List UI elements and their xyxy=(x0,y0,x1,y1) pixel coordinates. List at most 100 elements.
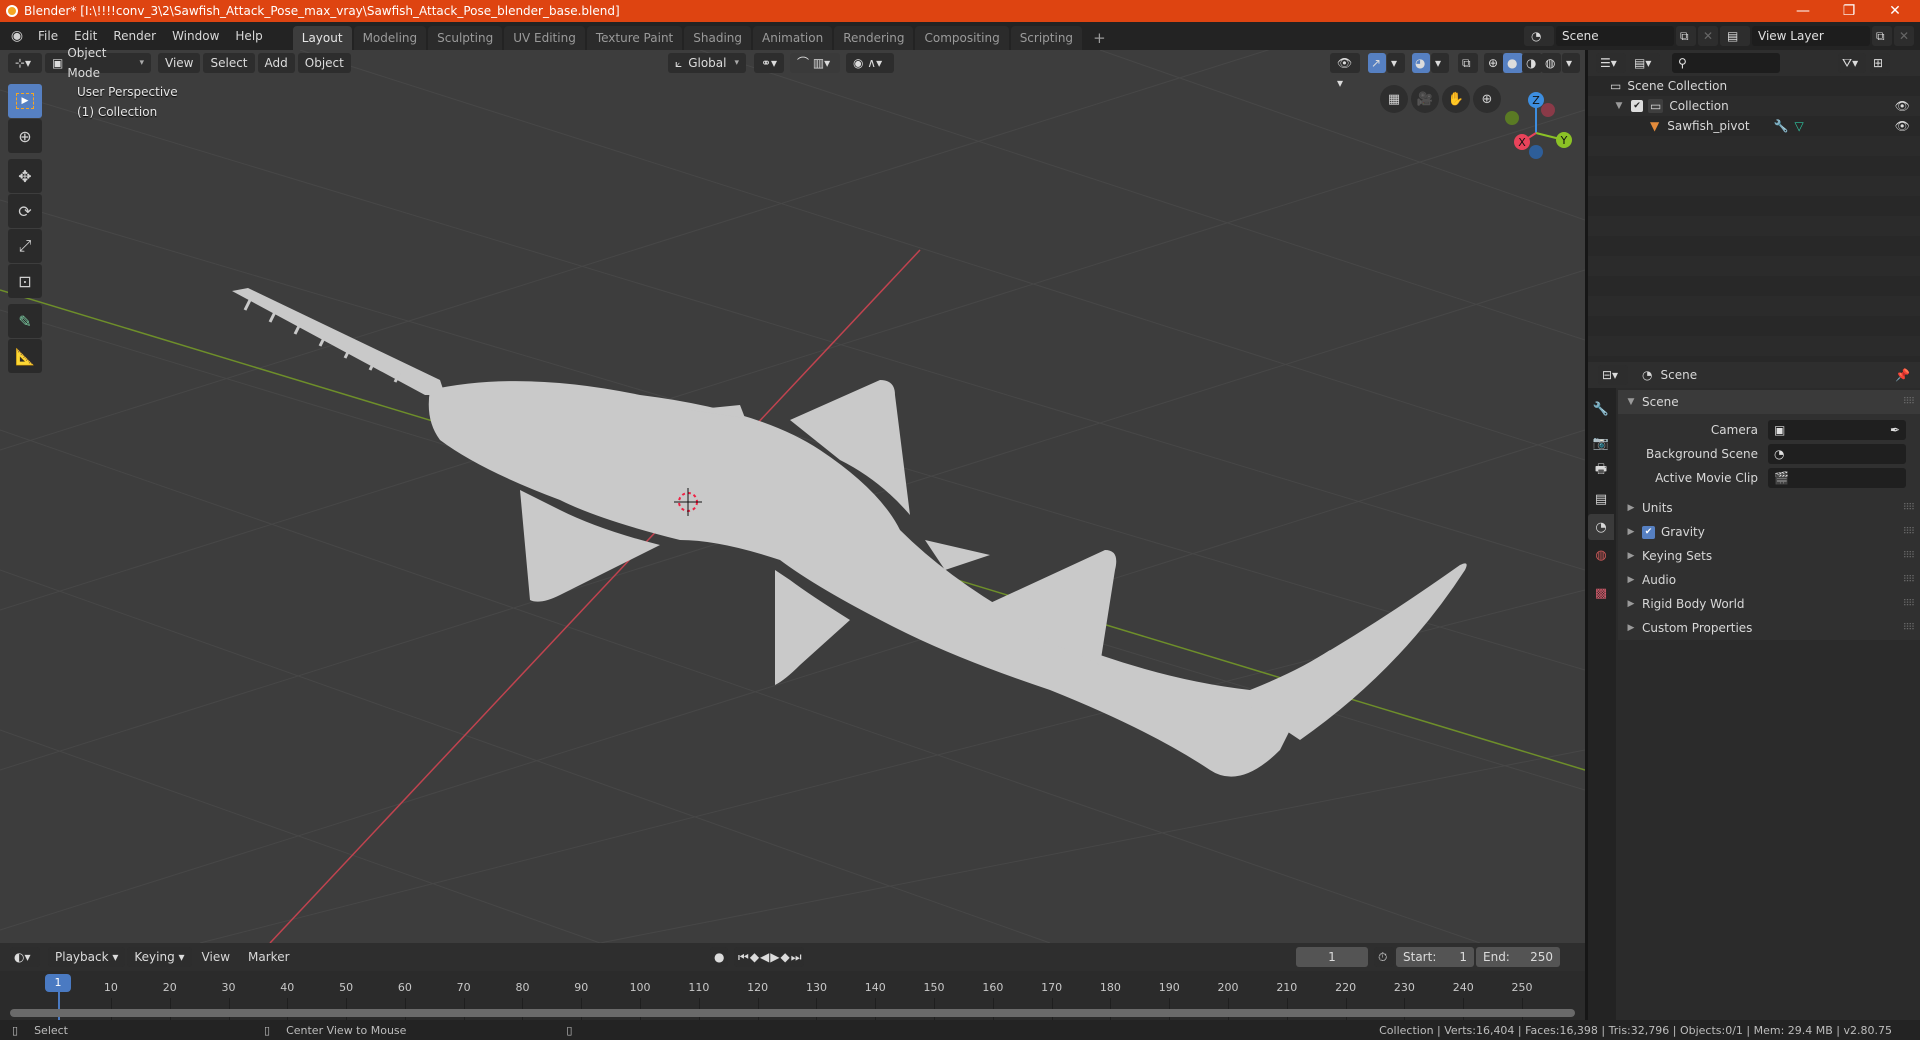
subpanel-custom-properties[interactable]: ▶ Custom Properties ⠿⠿ xyxy=(1618,616,1920,640)
snap-toggle[interactable]: ⌒ ▥▾ xyxy=(790,53,840,73)
view-layer-field[interactable]: View Layer xyxy=(1752,26,1870,46)
play-reverse-button[interactable]: ◀ xyxy=(760,950,770,964)
subpanel-keying-sets[interactable]: ▶ Keying Sets ⠿⠿ xyxy=(1618,544,1920,568)
mode-selector[interactable]: ▣ Object Mode ▾ xyxy=(45,46,151,80)
playback-menu[interactable]: Playback ▾ xyxy=(48,947,126,967)
preview-range-button[interactable]: ⏱ xyxy=(1374,947,1394,967)
tab-scene[interactable]: ◔ xyxy=(1588,514,1614,540)
jump-end-button[interactable]: ⏭ xyxy=(791,950,803,964)
timeline-editor-type-button[interactable]: ◐▾ xyxy=(10,947,40,967)
wireframe-shading-button[interactable]: ⊕ xyxy=(1484,53,1504,73)
navigation-gizmo[interactable]: Z Y X xyxy=(1500,88,1580,168)
select-box-tool[interactable]: ▶ xyxy=(8,84,42,118)
subpanel-gravity[interactable]: ▶ ✔ Gravity ⠿⠿ xyxy=(1618,520,1920,544)
new-view-layer-button[interactable]: ⧉ xyxy=(1872,26,1892,46)
outliner-search-input[interactable]: ⚲ xyxy=(1672,53,1780,73)
toggle-perspective-button[interactable]: ▦ xyxy=(1380,85,1408,113)
neg-z-axis-handle[interactable] xyxy=(1529,145,1543,159)
outliner-editor-type-button[interactable]: ☰▾ xyxy=(1596,53,1626,73)
add-workspace-button[interactable]: + xyxy=(1084,26,1115,50)
outliner-row-collection[interactable]: ▼ ✔ ▭ Collection 👁 xyxy=(1588,96,1920,116)
overlay-toggle[interactable]: ◕ xyxy=(1412,53,1430,73)
drag-grip-icon[interactable]: ⠿⠿ xyxy=(1903,397,1915,407)
drag-grip-icon[interactable]: ⠿⠿ xyxy=(1903,503,1915,513)
subpanel-audio[interactable]: ▶ Audio ⠿⠿ xyxy=(1618,568,1920,592)
tab-view-layer[interactable]: ▤ xyxy=(1588,486,1614,512)
expand-arrow-icon[interactable]: ▼ xyxy=(1612,101,1626,111)
viewport-menu-view[interactable]: View xyxy=(158,53,201,73)
rotate-tool[interactable]: ⟳ xyxy=(8,194,42,228)
gizmo-dropdown[interactable]: ▾ xyxy=(1387,53,1405,73)
eye-icon[interactable]: 👁 xyxy=(1895,99,1910,113)
end-frame-field[interactable]: End: 250 xyxy=(1476,947,1560,967)
active-movie-clip-field[interactable]: 🎬 xyxy=(1768,468,1906,488)
properties-editor-type-button[interactable]: ⊟▾ xyxy=(1598,365,1628,385)
neg-y-axis-handle[interactable] xyxy=(1541,103,1555,117)
transform-orientation-dropdown[interactable]: ⟀ Global ▾ xyxy=(668,53,746,73)
3d-viewport[interactable] xyxy=(0,50,1585,943)
camera-field[interactable]: ▣ ✒ xyxy=(1768,420,1906,440)
proportional-editing-toggle[interactable]: ◉ ∧▾ xyxy=(846,53,894,73)
tab-animation[interactable]: Animation xyxy=(753,26,833,50)
solid-shading-button[interactable]: ● xyxy=(1503,53,1523,73)
overlay-dropdown[interactable]: ▾ xyxy=(1431,53,1449,73)
exclude-checkbox[interactable]: ✔ xyxy=(1631,100,1643,112)
start-frame-field[interactable]: Start: 1 xyxy=(1396,947,1474,967)
tab-modeling[interactable]: Modeling xyxy=(353,26,427,50)
transform-tool[interactable]: ⊡ xyxy=(8,264,42,298)
delete-scene-button[interactable]: ✕ xyxy=(1698,26,1718,46)
outliner-row-sawfish-pivot[interactable]: ▼ Sawfish_pivot 🔧 ▽ 👁 xyxy=(1588,116,1920,136)
auto-keying-button[interactable]: ● xyxy=(710,947,728,967)
camera-view-button[interactable]: 🎥 xyxy=(1411,85,1439,113)
eyedropper-icon[interactable]: ✒ xyxy=(1890,420,1900,440)
scene-name-field[interactable]: Scene xyxy=(1556,26,1674,46)
minimize-button[interactable]: — xyxy=(1780,0,1826,22)
outliner-row-scene-collection[interactable]: ▭ Scene Collection xyxy=(1588,76,1920,96)
jump-start-button[interactable]: ⏮ xyxy=(738,950,750,964)
playhead-frame-indicator[interactable]: 1 xyxy=(45,974,71,992)
close-button[interactable]: ✕ xyxy=(1872,0,1918,22)
mesh-data-icon[interactable]: ▽ xyxy=(1795,119,1804,133)
measure-tool[interactable]: 📐 xyxy=(8,339,42,373)
eye-icon[interactable]: 👁 xyxy=(1895,119,1910,133)
modifier-wrench-icon[interactable]: 🔧 xyxy=(1774,119,1789,133)
subpanel-rigid-body-world[interactable]: ▶ Rigid Body World ⠿⠿ xyxy=(1618,592,1920,616)
tab-scripting[interactable]: Scripting xyxy=(1010,26,1083,50)
tab-uv-editing[interactable]: UV Editing xyxy=(504,26,585,50)
menu-window[interactable]: Window xyxy=(164,25,227,47)
new-scene-button[interactable]: ⧉ xyxy=(1676,26,1696,46)
timeline-scrollbar[interactable] xyxy=(10,1009,1575,1017)
next-keyframe-button[interactable]: ◆ xyxy=(781,950,791,964)
tab-render[interactable]: 📷 xyxy=(1588,430,1614,456)
timeline-menu-marker[interactable]: Marker xyxy=(240,946,297,968)
editor-type-button[interactable]: ⊹▾ xyxy=(8,53,42,73)
neg-x-axis-handle[interactable] xyxy=(1505,111,1519,125)
scale-tool[interactable]: ⤢ xyxy=(8,229,42,263)
menu-help[interactable]: Help xyxy=(227,25,270,47)
gravity-checkbox[interactable]: ✔ xyxy=(1642,525,1655,539)
scene-selector-icon[interactable]: ◔ xyxy=(1524,26,1554,46)
move-tool[interactable]: ✥ xyxy=(8,159,42,193)
background-scene-field[interactable]: ◔ xyxy=(1768,444,1906,464)
tab-layout[interactable]: Layout xyxy=(292,26,352,50)
scene-panel-header[interactable]: ▼ Scene ⠿⠿ xyxy=(1618,390,1920,414)
new-collection-button[interactable]: ⊞ xyxy=(1870,53,1890,73)
tab-output[interactable]: 🖶 xyxy=(1588,458,1614,484)
viewport-menu-object[interactable]: Object xyxy=(297,53,351,73)
cursor-tool[interactable]: ⊕ xyxy=(8,119,42,153)
drag-grip-icon[interactable]: ⠿⠿ xyxy=(1903,575,1915,585)
play-button[interactable]: ▶ xyxy=(770,950,780,964)
tab-tool[interactable]: 🔧 xyxy=(1588,396,1614,422)
tab-shading[interactable]: Shading xyxy=(684,26,751,50)
delete-view-layer-button[interactable]: ✕ xyxy=(1894,26,1914,46)
xray-toggle[interactable]: ⧉ xyxy=(1458,53,1478,73)
subpanel-units[interactable]: ▶ Units ⠿⠿ xyxy=(1618,496,1920,520)
sawfish-model[interactable] xyxy=(232,288,1467,777)
drag-grip-icon[interactable]: ⠿⠿ xyxy=(1903,551,1915,561)
annotate-tool[interactable]: ✎ xyxy=(8,304,42,338)
display-mode-button[interactable]: ▤▾ xyxy=(1630,53,1660,73)
filter-button[interactable]: ⛛▾ xyxy=(1838,53,1866,73)
visibility-dropdown[interactable]: 👁▾ xyxy=(1330,53,1360,90)
blender-menu-icon[interactable]: ◉ xyxy=(4,28,30,44)
keying-menu[interactable]: Keying ▾ xyxy=(127,947,192,967)
